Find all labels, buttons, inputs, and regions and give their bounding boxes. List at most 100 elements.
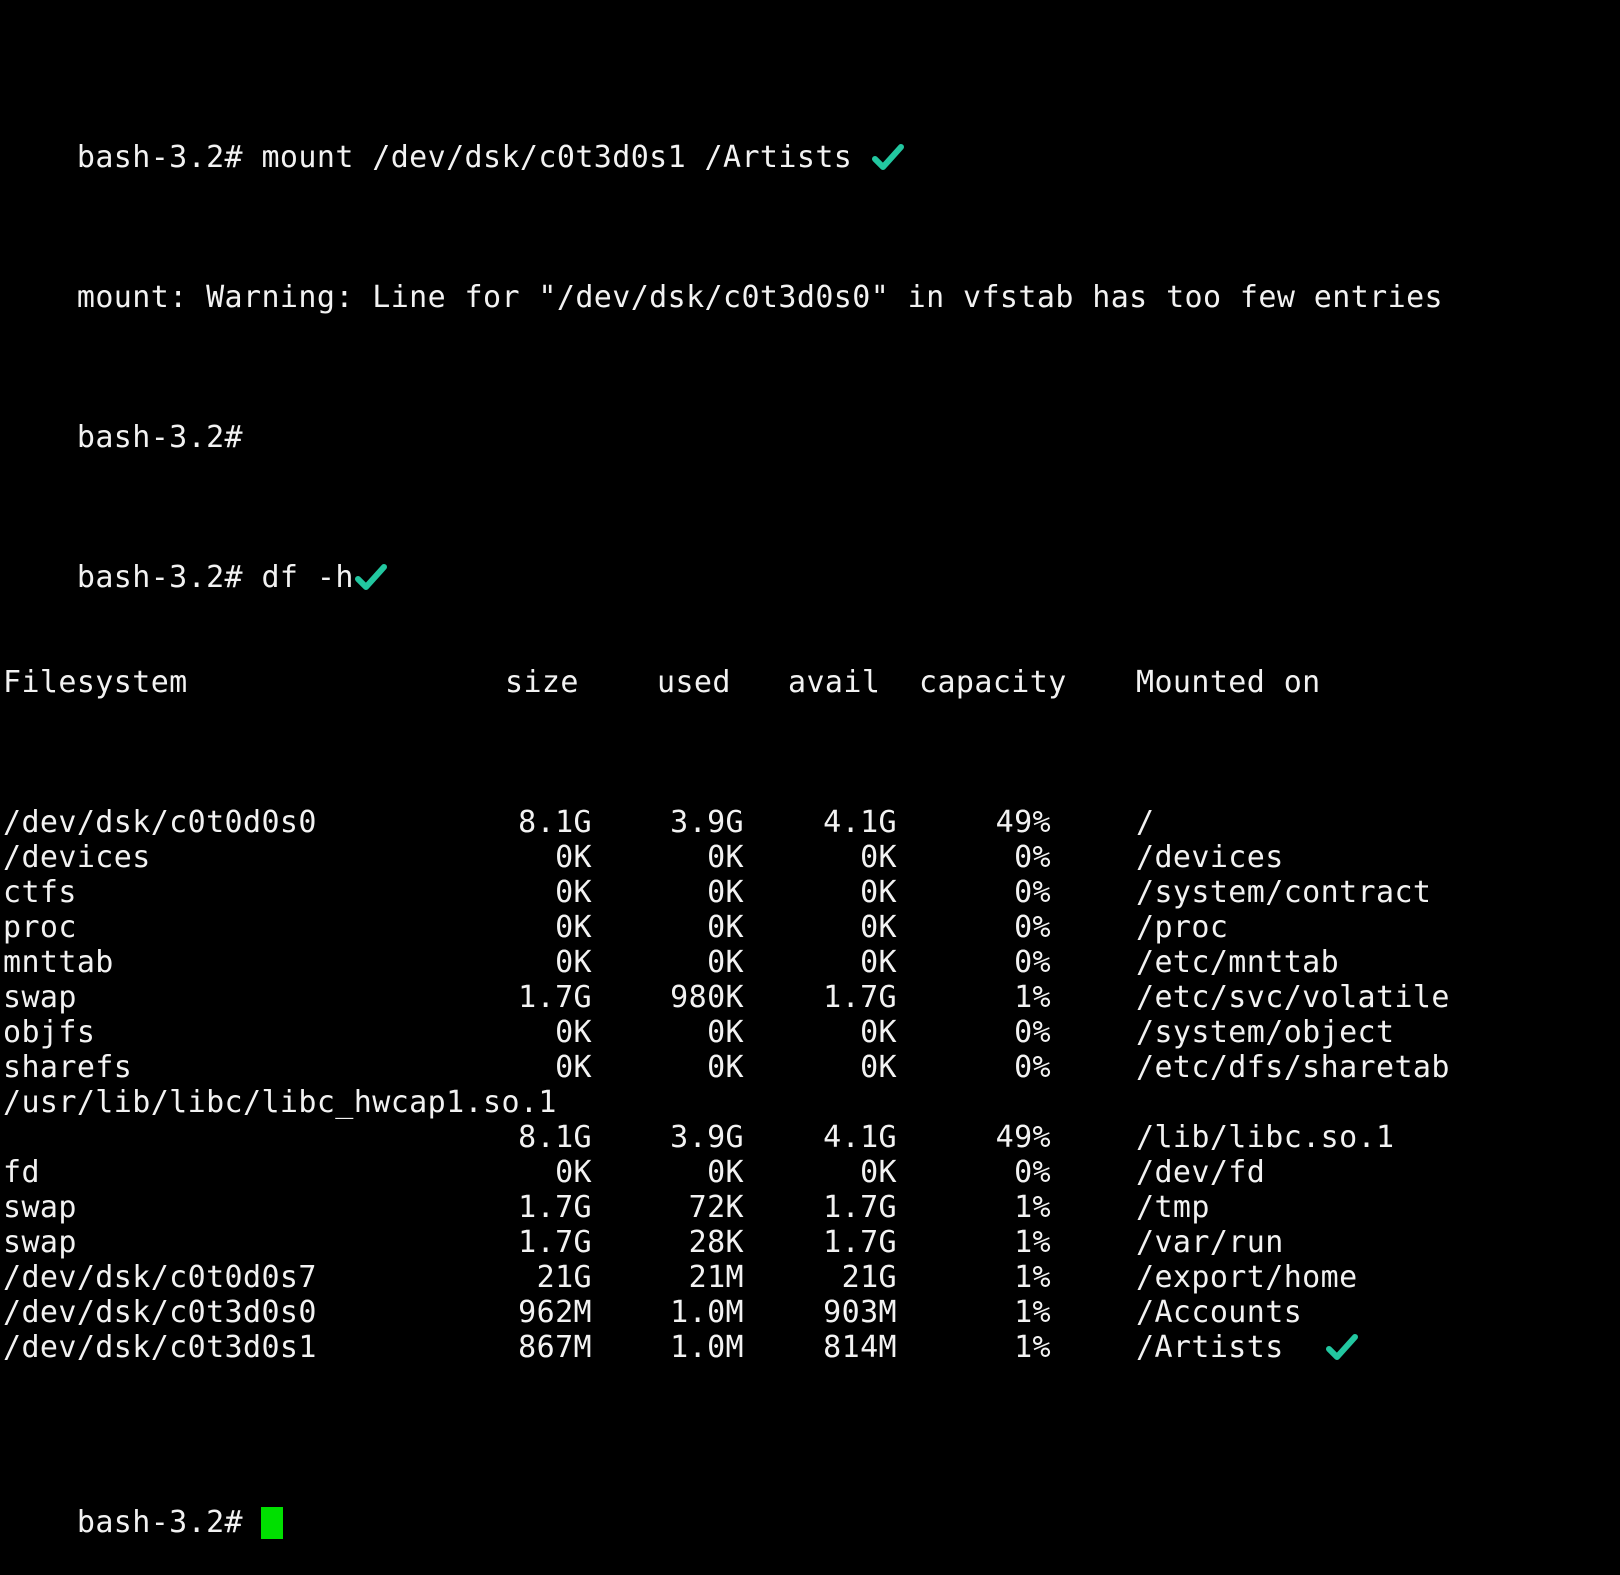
df-cell-avail: 814M [823,1330,897,1365]
df-cell-mounted-on: /tmp [1136,1190,1210,1225]
terminal-line-warning: mount: Warning: Line for "/dev/dsk/c0t3d… [3,245,1617,315]
df-cell-filesystem: proc [3,910,77,945]
df-cell-mounted-on: /system/contract [1136,875,1432,910]
df-cell-avail: 0K [860,1155,897,1190]
df-header-avail: avail [788,665,881,700]
df-cell-used: 3.9G [670,1120,744,1155]
df-cell-avail: 903M [823,1295,897,1330]
df-cell-filesystem: swap [3,1190,77,1225]
df-cell-filesystem: ctfs [3,875,77,910]
df-cell-size: 0K [555,945,592,980]
df-cell-size: 1.7G [518,980,592,1015]
df-cell-capacity: 0% [1014,840,1051,875]
df-cell-used: 28K [688,1225,744,1260]
df-cell-size: 867M [518,1330,592,1365]
df-table-row: proc 0K 0K 0K 0% /proc [3,910,1617,945]
df-cell-size: 962M [518,1295,592,1330]
df-table-row: swap 1.7G 28K 1.7G 1% /var/run [3,1225,1617,1260]
df-cell-avail: 4.1G [823,1120,897,1155]
df-table-row: objfs 0K 0K 0K 0% /system/object [3,1015,1617,1050]
terminal-window[interactable]: bash-3.2# mount /dev/dsk/c0t3d0s1 /Artis… [3,0,1617,1540]
df-cell-size: 0K [555,840,592,875]
df-header-used: used [657,665,731,700]
df-table-row: ctfs 0K 0K 0K 0% /system/contract [3,875,1617,910]
df-cell-used: 980K [670,980,744,1015]
df-cell-size: 8.1G [518,1120,592,1155]
df-cell-mounted-on: /Artists [1136,1330,1284,1365]
df-cell-used: 0K [707,945,744,980]
df-cell-size: 0K [555,1155,592,1190]
df-table-row: /dev/dsk/c0t0d0s7 21G 21M 21G 1% /export/home [3,1260,1617,1295]
df-table-row: mnttab 0K 0K 0K 0% /etc/mnttab [3,945,1617,980]
df-cell-filesystem: /devices [3,840,151,875]
df-cell-mounted-on: /system/object [1136,1015,1395,1050]
terminal-line-empty-prompt: bash-3.2# [3,385,1617,455]
df-cell-size: 21G [536,1260,592,1295]
df-header-filesystem: Filesystem [3,665,188,700]
mount-warning-text: mount: Warning: Line for "/dev/dsk/c0t3d… [76,280,1444,315]
df-cell-mounted-on: /lib/libc.so.1 [1136,1120,1395,1155]
df-cell-filesystem: sharefs [3,1050,133,1085]
df-table-row: /dev/dsk/c0t3d0s0 962M 1.0M 903M 1% /Accounts [3,1295,1617,1330]
df-header-row: Filesystem size used avail capacity Moun… [3,665,1617,700]
df-cell-used: 0K [707,875,744,910]
df-cell-size: 0K [555,1015,592,1050]
df-cell-used: 21M [688,1260,744,1295]
df-cell-avail: 21G [841,1260,897,1295]
df-header-mounted-on: Mounted on [1136,665,1321,700]
df-cell-mounted-on: /var/run [1136,1225,1284,1260]
df-cell-avail: 0K [860,840,897,875]
df-cell-used: 0K [707,1155,744,1190]
terminal-line-mount-command: bash-3.2# mount /dev/dsk/c0t3d0s1 /Artis… [3,105,1617,175]
df-cell-used: 0K [707,840,744,875]
df-cell-mounted-on: /export/home [1136,1260,1358,1295]
df-cell-size: 1.7G [518,1225,592,1260]
df-cell-filesystem: /dev/dsk/c0t0d0s7 [3,1260,317,1295]
df-header-size: size [505,665,579,700]
df-table-row: /dev/dsk/c0t3d0s1 867M 1.0M 814M 1% /Artists [3,1330,1617,1365]
df-cell-size: 0K [555,875,592,910]
df-cell-avail: 1.7G [823,1190,897,1225]
df-cell-used: 0K [707,910,744,945]
df-cell-capacity: 1% [1014,1295,1051,1330]
df-cell-filesystem: mnttab [3,945,114,980]
df-cell-capacity: 0% [1014,910,1051,945]
df-cell-filesystem: fd [3,1155,40,1190]
df-cell-capacity: 1% [1014,980,1051,1015]
shell-prompt: bash-3.2# [76,1505,262,1540]
df-table-row: /usr/lib/libc/libc_hwcap1.so.1 [3,1085,1617,1120]
terminal-line-final-prompt[interactable]: bash-3.2# [3,1470,1617,1540]
df-cell-filesystem: objfs [3,1015,96,1050]
df-cell-avail: 1.7G [823,980,897,1015]
df-cell-capacity: 49% [995,1120,1051,1155]
df-cell-mounted-on: /dev/fd [1136,1155,1266,1190]
df-command-text: bash-3.2# df -h [76,560,354,595]
df-cell-used: 72K [688,1190,744,1225]
df-cell-capacity: 0% [1014,945,1051,980]
df-cell-size: 0K [555,1050,592,1085]
df-cell-mounted-on: /devices [1136,840,1284,875]
df-cell-filesystem: swap [3,980,77,1015]
df-cell-capacity: 0% [1014,1015,1051,1050]
df-cell-filesystem: swap [3,1225,77,1260]
df-cell-avail: 0K [860,1015,897,1050]
df-cell-avail: 0K [860,875,897,910]
df-cell-avail: 0K [860,910,897,945]
df-cell-filesystem: /usr/lib/libc/libc_hwcap1.so.1 [3,1085,557,1120]
df-table-row: sharefs 0K 0K 0K 0% /etc/dfs/sharetab [3,1050,1617,1085]
df-cell-mounted-on: /etc/svc/volatile [1136,980,1450,1015]
df-cell-avail: 0K [860,1050,897,1085]
check-mark-icon [871,140,907,175]
terminal-line-df-command: bash-3.2# df -h [3,525,1617,595]
df-cell-used: 0K [707,1015,744,1050]
check-mark-icon [354,560,390,595]
df-table-row: 8.1G 3.9G 4.1G 49% /lib/libc.so.1 [3,1120,1617,1155]
df-cell-mounted-on: /Accounts [1136,1295,1303,1330]
df-cell-mounted-on: /proc [1136,910,1229,945]
df-cell-capacity: 0% [1014,875,1051,910]
df-cell-used: 0K [707,1050,744,1085]
df-cell-capacity: 1% [1014,1225,1051,1260]
df-table-row: swap 1.7G 980K 1.7G 1% /etc/svc/volatile [3,980,1617,1015]
df-cell-filesystem: /dev/dsk/c0t3d0s0 [3,1295,317,1330]
df-cell-mounted-on: /etc/mnttab [1136,945,1340,980]
